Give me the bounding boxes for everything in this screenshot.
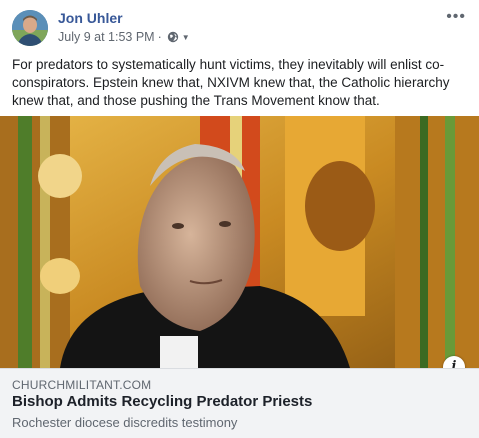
bishop-photo <box>0 116 479 368</box>
link-headline[interactable]: Bishop Admits Recycling Predator Priests <box>12 393 312 410</box>
post-timestamp[interactable]: July 9 at 1:53 PM <box>58 30 155 44</box>
author-name[interactable]: Jon Uhler <box>58 10 123 26</box>
link-domain: CHURCHMILITANT.COM <box>12 378 152 392</box>
more-options-icon[interactable]: ••• <box>446 9 466 25</box>
globe-icon[interactable] <box>167 31 179 43</box>
post-text: For predators to systematically hunt vic… <box>12 57 450 108</box>
meta-separator: · <box>157 30 162 44</box>
link-preview-card[interactable]: CHURCHMILITANT.COM Bishop Admits Recycli… <box>0 368 479 438</box>
caret-down-icon[interactable]: ▼ <box>182 33 190 42</box>
post-meta: July 9 at 1:53 PM · ▼ <box>58 30 190 44</box>
author-avatar[interactable] <box>12 10 48 46</box>
post-header: Jon Uhler July 9 at 1:53 PM · ▼ ••• <box>10 8 472 52</box>
link-description: Rochester diocese discredits testimony <box>12 415 238 430</box>
facebook-post: Jon Uhler July 9 at 1:53 PM · ▼ ••• For … <box>0 0 479 438</box>
link-preview-image[interactable]: i <box>0 116 479 368</box>
avatar-image <box>12 10 48 46</box>
